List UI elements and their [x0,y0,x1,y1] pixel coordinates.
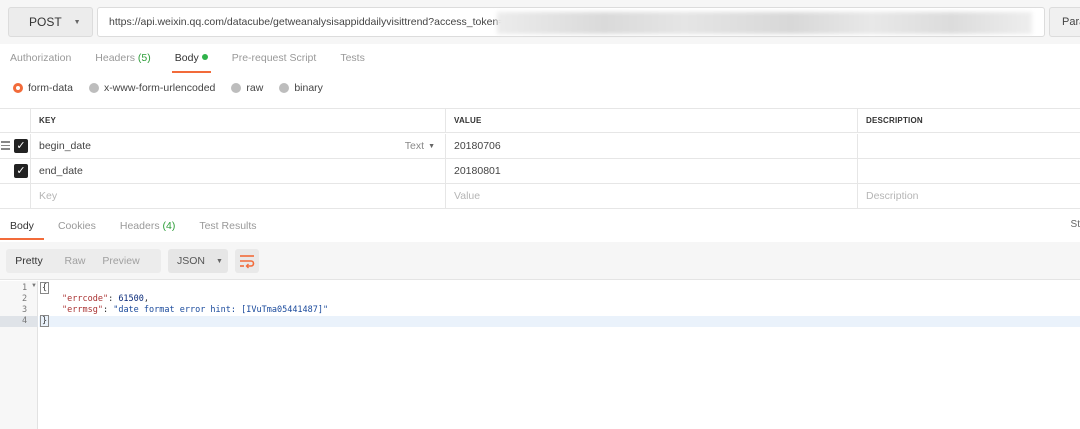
tab-label: Body [174,52,199,64]
tab-label: Tests [340,52,365,64]
tab-label: Authorization [10,52,72,64]
key-text: begin_date [39,140,91,152]
close-brace: } [40,315,50,327]
tab-headers[interactable]: Headers (5) [95,49,150,73]
wrap-lines-icon [240,255,255,269]
value-cell[interactable]: 20180706 [445,134,857,158]
key-cell[interactable]: end_date [30,159,445,183]
line-number: 3 [22,305,28,315]
chevron-down-icon: ▼ [216,257,223,265]
status-label: St [1070,219,1080,230]
value-cell[interactable]: 20180801 [445,159,857,183]
code-line: "errcode": 61500, [62,294,150,304]
open-brace: { [40,282,50,294]
view-pretty-button[interactable]: Pretty [6,255,52,267]
current-line-highlight [39,316,1080,327]
tab-label: Body [10,220,34,232]
header-value: VALUE [445,109,857,132]
json-key: "errcode" [62,294,109,304]
radio-label: raw [246,82,264,94]
radio-label: binary [294,82,323,94]
radio-icon [231,83,242,93]
view-preview-button[interactable]: Preview [98,255,144,267]
format-select[interactable]: JSON ▼ [168,249,228,273]
table-row-placeholder: Key Value Description [0,184,1080,209]
view-raw-button[interactable]: Raw [52,255,98,267]
params-label: Para [1062,16,1080,28]
tab-cookies[interactable]: Cookies [58,213,96,240]
radio-label: x-www-form-urlencoded [103,82,216,94]
tab-count: (5) [137,52,151,64]
json-value: 61500 [118,294,144,304]
line-gutter: 1 ▼ 2 3 4 [0,281,38,429]
tab-authorization[interactable]: Authorization [10,49,71,73]
tab-test-results[interactable]: Test Results [199,213,256,240]
tab-pre-request-script[interactable]: Pre-request Script [232,49,317,73]
code-line: { [40,282,50,294]
request-tabs: Authorization Headers (5) Body Pre-reque… [10,49,365,73]
value-placeholder[interactable]: Value [445,184,857,208]
table-row: ✓ end_date 20180801 [0,159,1080,184]
chevron-down-icon: ▼ [428,142,435,150]
response-tabs: Body Cookies Headers (4) Test Results St [0,213,1080,240]
radio-icon [88,83,99,93]
redacted-token [497,12,1032,34]
body-type-radios: form-data x-www-form-urlencoded raw bina… [13,82,339,94]
key-placeholder[interactable]: Key [30,184,445,208]
tab-label: Test Results [199,220,257,232]
json-key: "errmsg" [62,305,103,315]
wrap-lines-button[interactable] [235,249,259,273]
active-dot-icon [201,54,208,60]
tab-response-headers[interactable]: Headers (4) [120,213,175,240]
format-label: JSON [177,255,206,267]
drag-handle-icon[interactable] [1,141,10,151]
fold-caret-icon[interactable]: ▼ [31,283,37,289]
type-select[interactable]: Text ▼ [405,134,435,158]
view-mode-group: Pretty Raw Preview [6,249,161,273]
table-header: KEY VALUE DESCRIPTION [0,108,1080,133]
radio-icon [279,83,290,93]
response-body-viewer[interactable]: 1 ▼ 2 3 4 { "errcode": 61500, "errmsg": … [0,281,1080,429]
type-label: Text [404,140,425,152]
description-placeholder[interactable]: Description [857,184,1080,208]
tab-response-body[interactable]: Body [0,213,44,240]
line-number: 4 [0,316,38,327]
method-select[interactable]: POST ▼ [8,7,93,37]
code-line: } [40,315,50,327]
tab-label: Cookies [57,220,96,232]
url-text: https://api.weixin.qq.com/datacube/getwe… [109,16,505,28]
tab-label: Headers [119,220,160,232]
method-label: POST [29,15,62,29]
radio-urlencoded[interactable]: x-www-form-urlencoded [88,82,216,94]
radio-selected-icon [13,83,23,93]
response-toolbar: Pretty Raw Preview JSON ▼ [0,242,1080,280]
radio-form-data[interactable]: form-data [13,82,73,94]
json-value: "date format error hint: [IVuTma05441487… [113,305,329,315]
radio-raw[interactable]: raw [231,82,263,94]
tab-count: (4) [162,220,176,232]
description-cell[interactable] [857,159,1080,183]
header-key: KEY [30,109,445,132]
checkbox-checked-icon[interactable]: ✓ [14,164,28,178]
chevron-down-icon: ▼ [73,18,81,26]
description-cell[interactable] [857,134,1080,158]
key-cell[interactable]: begin_date Text ▼ [30,134,445,158]
checkbox-checked-icon[interactable]: ✓ [14,139,28,153]
tab-body[interactable]: Body [171,49,211,73]
radio-binary[interactable]: binary [279,82,323,94]
radio-label: form-data [28,82,73,94]
params-button[interactable]: Para [1049,7,1080,37]
table-row: ✓ begin_date Text ▼ 20180706 [0,134,1080,159]
header-description: DESCRIPTION [857,109,1080,132]
tab-label: Pre-request Script [231,52,317,64]
line-number: 2 [22,294,28,304]
request-bar: POST ▼ https://api.weixin.qq.com/datacub… [0,0,1080,44]
tab-label: Headers [95,52,135,64]
code-line: "errmsg": "date format error hint: [IVuT… [62,305,329,315]
tab-tests[interactable]: Tests [340,49,365,73]
